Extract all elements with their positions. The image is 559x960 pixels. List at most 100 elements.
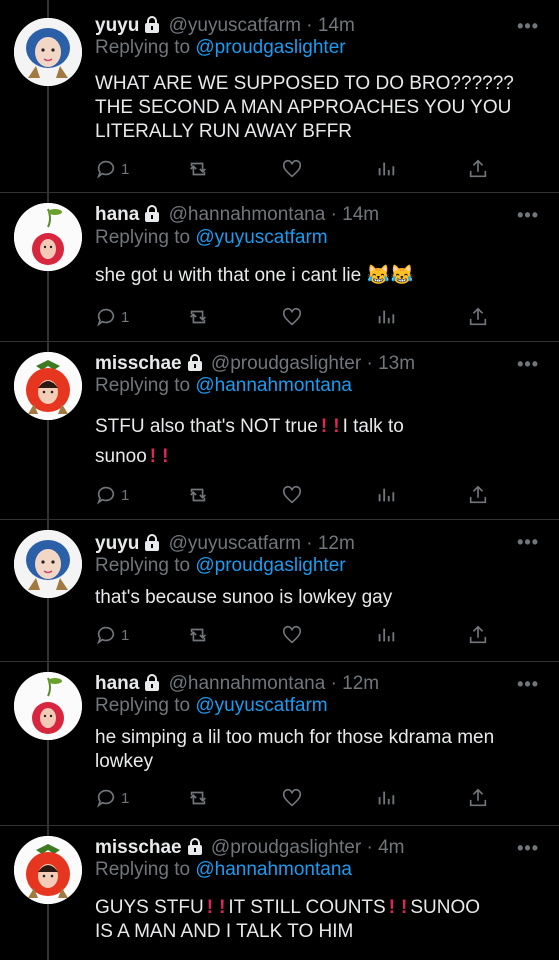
share-button[interactable] [467,483,489,507]
reply-button[interactable]: 1 [95,786,129,810]
display-name[interactable]: hana [95,204,139,225]
retweet-button[interactable] [187,157,209,181]
analytics-button[interactable] [375,483,397,507]
avatar-image [14,18,82,86]
avatar[interactable] [14,530,82,598]
avatar[interactable] [14,836,82,904]
timestamp[interactable]: 12m [318,533,355,554]
reply-icon [97,160,115,179]
reply-button[interactable]: 1 [95,623,129,647]
timestamp[interactable]: 13m [378,353,415,374]
username[interactable]: @proudgaslighter [211,353,361,374]
avatar-image [14,530,82,598]
reply-button[interactable]: 1 [95,483,129,507]
share-button[interactable] [467,786,489,810]
replying-to-link[interactable]: @proudgaslighter [195,555,345,576]
like-icon [282,307,302,326]
tweet[interactable]: misschae @proudgaslighter · 4m ••• Reply… [0,826,559,960]
replying-to-link[interactable]: @hannahmontana [195,859,352,880]
avatar[interactable] [14,672,82,740]
replying-to-link[interactable]: @yuyuscatfarm [195,695,327,716]
tweet[interactable]: yuyu @yuyuscatfarm · 14m ••• Replying to… [0,14,559,193]
display-name[interactable]: misschae [95,353,182,374]
text-segment: GUYS STFU [95,897,204,918]
avatar[interactable] [14,203,82,271]
retweet-button[interactable] [187,483,209,507]
like-button[interactable] [281,305,303,329]
tweet[interactable]: hana @hannahmontana · 12m ••• Replying t… [0,662,559,826]
reply-button[interactable]: 1 [95,305,129,329]
replying-to-link[interactable]: @hannahmontana [195,375,352,396]
exclamation-emoji: ! [219,897,226,918]
share-button[interactable] [467,305,489,329]
reply-button[interactable]: 1 [95,157,129,181]
replying-prefix: Replying to [95,227,196,248]
analytics-button[interactable] [375,786,397,810]
exclamation-emoji: ! [162,446,169,467]
timestamp[interactable]: 14m [342,204,379,225]
tweet-text: he simping a lil too much for those kdra… [95,727,495,772]
display-name[interactable]: yuyu [95,533,139,554]
analytics-button[interactable] [375,623,397,647]
tweet[interactable]: hana @hannahmontana · 14m ••• Replying t… [0,193,559,342]
more-icon[interactable]: ••• [517,532,539,553]
more-icon[interactable]: ••• [517,205,539,226]
tweet[interactable]: misschae @proudgaslighter · 13m ••• Repl… [0,342,559,520]
replying-to-link[interactable]: @yuyuscatfarm [195,227,327,248]
username[interactable]: @hannahmontana [169,204,326,225]
like-icon [282,485,302,504]
reply-count: 1 [121,486,130,504]
timestamp[interactable]: 14m [318,15,355,36]
share-button[interactable] [467,157,489,181]
like-button[interactable] [281,786,303,810]
tweet[interactable]: yuyu @yuyuscatfarm · 12m ••• Replying to… [0,520,559,662]
username[interactable]: @yuyuscatfarm [169,15,301,36]
username[interactable]: @hannahmontana [169,673,326,694]
analytics-button[interactable] [375,305,397,329]
like-button[interactable] [281,623,303,647]
retweet-button[interactable] [187,305,209,329]
more-icon[interactable]: ••• [517,674,539,695]
analytics-button[interactable] [375,157,397,181]
text-segment: STFU also that's NOT true [95,416,318,437]
replying-to-link[interactable]: @proudgaslighter [195,37,345,58]
retweet-button[interactable] [187,786,209,810]
more-icon[interactable]: ••• [517,16,539,37]
like-button[interactable] [281,157,303,181]
separator: · [306,15,313,36]
timestamp[interactable]: 4m [378,837,404,858]
action-bar: 1 [95,305,495,329]
replying-prefix: Replying to [95,375,196,396]
avatar-image [14,203,82,271]
timestamp[interactable]: 12m [342,673,379,694]
username[interactable]: @yuyuscatfarm [169,533,301,554]
display-name[interactable]: yuyu [95,15,139,36]
display-name[interactable]: hana [95,673,139,694]
tweet-text: that's because sunoo is lowkey gay [95,587,393,608]
display-name[interactable]: misschae [95,837,182,858]
replying-to: Replying to @hannahmontana [95,858,352,882]
more-icon[interactable]: ••• [517,354,539,375]
replying-prefix: Replying to [95,555,196,576]
like-icon [282,788,302,807]
replying-prefix: Replying to [95,859,196,880]
reply-icon [97,789,115,808]
avatar[interactable] [14,352,82,420]
more-icon[interactable]: ••• [517,838,539,859]
username[interactable]: @proudgaslighter [211,837,361,858]
share-button[interactable] [467,623,489,647]
analytics-icon [378,628,395,642]
replying-to: Replying to @yuyuscatfarm [95,694,328,718]
like-button[interactable] [281,483,303,507]
tweet-text: STFU also that's NOT true!! I talk to sun… [95,412,535,472]
replying-to: Replying to @hannahmontana [95,374,352,398]
share-icon [469,625,487,644]
action-bar: 1 [95,483,495,507]
text-segment: SUNOO [410,897,481,918]
avatar[interactable] [14,18,82,86]
text-segment: sunoo [95,446,147,467]
share-icon [469,159,487,178]
share-icon [469,307,487,326]
retweet-button[interactable] [187,623,209,647]
replying-to: Replying to @proudgaslighter [95,36,346,60]
